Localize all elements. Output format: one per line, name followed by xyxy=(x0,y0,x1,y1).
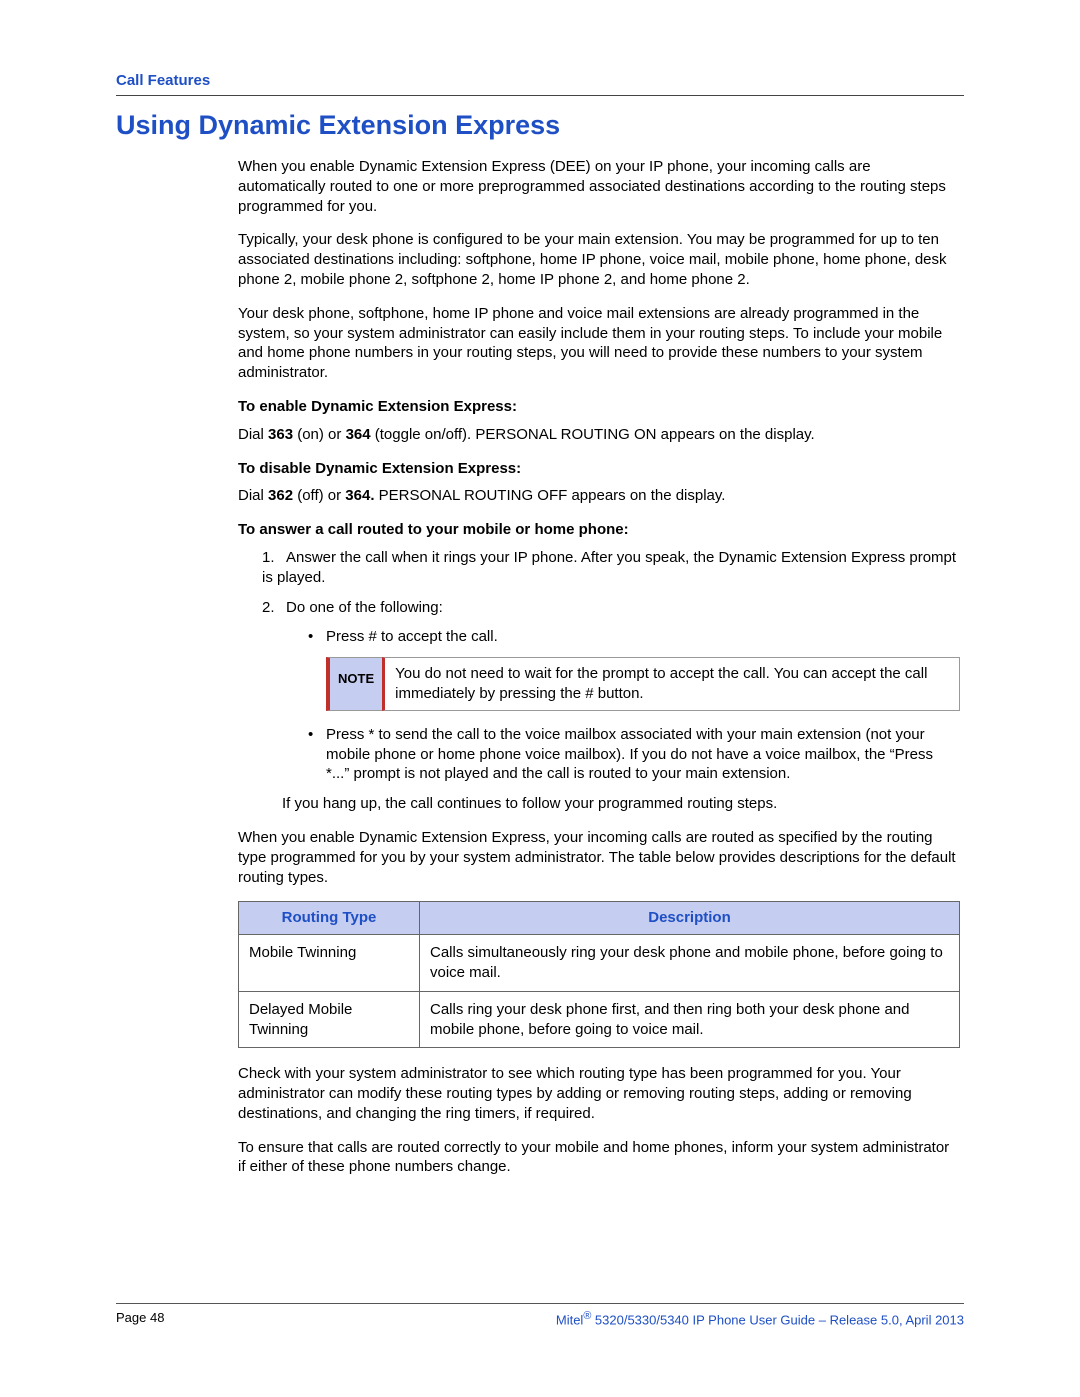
page-content: Call Features Using Dynamic Extension Ex… xyxy=(116,72,964,1191)
bullet-list: • Press # to accept the call. NOTE You d… xyxy=(308,627,960,784)
page-title: Using Dynamic Extension Express xyxy=(116,110,964,141)
list-item: • Press * to send the call to the voice … xyxy=(308,725,960,784)
paragraph: Typically, your desk phone is configured… xyxy=(238,230,960,289)
bullet-icon: • xyxy=(308,627,326,647)
paragraph: When you enable Dynamic Extension Expres… xyxy=(238,828,960,887)
table-header-row: Routing Type Description xyxy=(239,902,960,935)
text: Mitel xyxy=(556,1312,583,1327)
text: Press # to accept the call. xyxy=(326,627,498,647)
paragraph: Check with your system administrator to … xyxy=(238,1064,960,1123)
dial-code: 364. xyxy=(345,487,374,504)
footer-divider xyxy=(116,1303,964,1304)
paragraph: When you enable Dynamic Extension Expres… xyxy=(238,157,960,216)
note-label: NOTE xyxy=(326,657,382,711)
list-item: 1.Answer the call when it rings your IP … xyxy=(262,548,960,588)
routing-table: Routing Type Description Mobile Twinning… xyxy=(238,901,960,1048)
cell-routing-type: Delayed Mobile Twinning xyxy=(239,991,420,1048)
bullet-icon: • xyxy=(308,725,326,784)
doc-title: Mitel® 5320/5330/5340 IP Phone User Guid… xyxy=(556,1310,964,1327)
text: Press * to send the call to the voice ma… xyxy=(326,725,960,784)
text: Dial xyxy=(238,487,268,504)
dial-code: 363 xyxy=(268,426,293,443)
text: (off) or xyxy=(293,487,345,504)
dial-code: 362 xyxy=(268,487,293,504)
subheading-disable: To disable Dynamic Extension Express: xyxy=(238,459,960,479)
text: Answer the call when it rings your IP ph… xyxy=(262,549,956,586)
disable-instruction: Dial 362 (off) or 364. PERSONAL ROUTING … xyxy=(238,486,960,506)
table-row: Mobile Twinning Calls simultaneously rin… xyxy=(239,935,960,992)
list-number: 2. xyxy=(262,598,286,618)
body-column: When you enable Dynamic Extension Expres… xyxy=(238,157,960,1177)
divider xyxy=(116,95,964,96)
note-box: NOTE You do not need to wait for the pro… xyxy=(326,657,960,711)
cell-routing-type: Mobile Twinning xyxy=(239,935,420,992)
page-footer: Page 48 Mitel® 5320/5330/5340 IP Phone U… xyxy=(116,1296,964,1327)
subheading-answer: To answer a call routed to your mobile o… xyxy=(238,520,960,540)
table-header: Description xyxy=(420,902,960,935)
subheading-enable: To enable Dynamic Extension Express: xyxy=(238,397,960,417)
list-item: 2.Do one of the following: xyxy=(262,598,960,618)
list-number: 1. xyxy=(262,548,286,568)
text: 5320/5330/5340 IP Phone User Guide – Rel… xyxy=(591,1312,964,1327)
text: (on) or xyxy=(293,426,346,443)
ordered-list: 1.Answer the call when it rings your IP … xyxy=(262,548,960,617)
text: Dial xyxy=(238,426,268,443)
section-label: Call Features xyxy=(116,72,964,89)
text: Do one of the following: xyxy=(286,599,443,616)
cell-description: Calls simultaneously ring your desk phon… xyxy=(420,935,960,992)
list-item: • Press # to accept the call. xyxy=(308,627,960,647)
table-row: Delayed Mobile Twinning Calls ring your … xyxy=(239,991,960,1048)
paragraph: Your desk phone, softphone, home IP phon… xyxy=(238,304,960,383)
table-header: Routing Type xyxy=(239,902,420,935)
paragraph: To ensure that calls are routed correctl… xyxy=(238,1138,960,1178)
enable-instruction: Dial 363 (on) or 364 (toggle on/off). PE… xyxy=(238,425,960,445)
page-number: Page 48 xyxy=(116,1310,164,1325)
text: PERSONAL ROUTING OFF appears on the disp… xyxy=(375,487,726,504)
paragraph: If you hang up, the call continues to fo… xyxy=(282,794,960,814)
dial-code: 364 xyxy=(346,426,371,443)
cell-description: Calls ring your desk phone first, and th… xyxy=(420,991,960,1048)
text: (toggle on/off). PERSONAL ROUTING ON app… xyxy=(371,426,815,443)
note-text: You do not need to wait for the prompt t… xyxy=(382,657,960,711)
